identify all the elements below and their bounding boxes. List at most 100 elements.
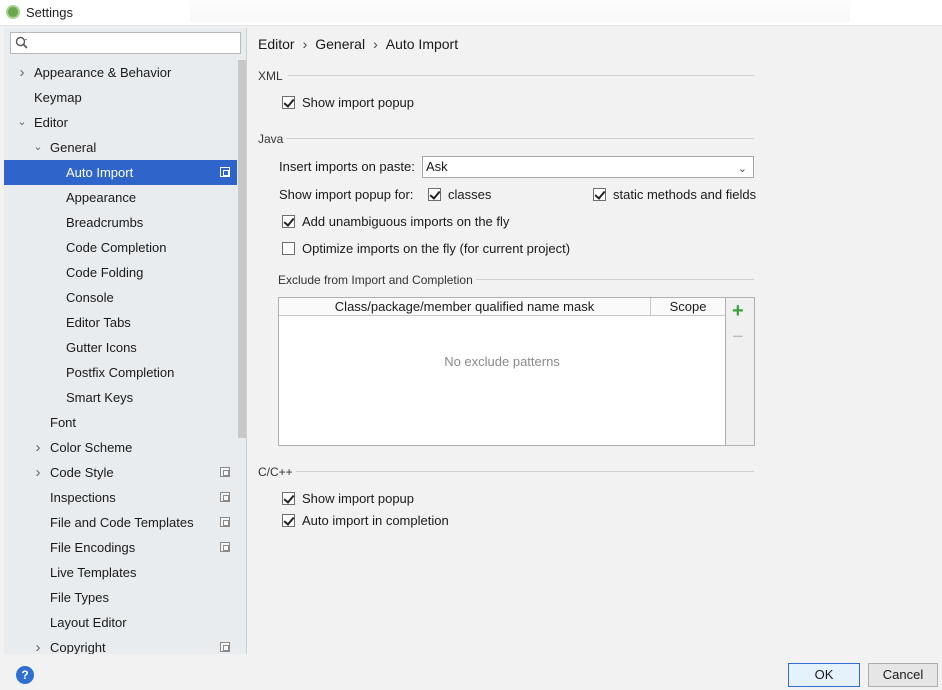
tree-item-label: Copyright	[50, 640, 106, 654]
breadcrumb-auto-import: Auto Import	[385, 36, 459, 52]
chevron-down-icon: ⌄	[737, 163, 747, 175]
breadcrumb: Editor › General › Auto Import	[258, 36, 458, 52]
column-mask-header[interactable]: Class/package/member qualified name mask	[279, 298, 651, 316]
tree-item-label: General	[50, 140, 97, 155]
xml-section-divider	[288, 75, 754, 76]
breadcrumb-general: General	[315, 36, 366, 52]
tree-item-editor[interactable]: ⌄ Editor	[4, 110, 237, 135]
tree-item-gutter-icons[interactable]: Gutter Icons	[4, 335, 237, 360]
tree-item-label: Appearance	[66, 190, 137, 205]
tree-item-editor-tabs[interactable]: Editor Tabs	[4, 310, 237, 335]
cpp-show-popup-checkbox[interactable]	[282, 492, 295, 505]
search-input[interactable]	[10, 32, 241, 54]
search-icon	[15, 36, 28, 49]
tree-item-color-scheme[interactable]: › Color Scheme	[4, 435, 237, 460]
insert-imports-select[interactable]: Ask ⌄	[422, 156, 754, 178]
chevron-right-icon[interactable]: ›	[16, 60, 28, 85]
project-scope-icon	[220, 167, 230, 177]
classes-checkbox[interactable]	[428, 188, 441, 201]
tree-item-appearance[interactable]: Appearance	[4, 185, 237, 210]
add-icon[interactable]: +	[732, 300, 744, 322]
empty-table-text: No exclude patterns	[444, 354, 560, 369]
ok-button[interactable]: OK	[788, 663, 860, 687]
column-scope-header[interactable]: Scope	[651, 298, 725, 316]
java-section-title: Java	[258, 132, 284, 146]
tree-item-inspections[interactable]: Inspections	[4, 485, 237, 510]
chevron-right-icon[interactable]: ›	[32, 635, 44, 654]
tree-item-label: Gutter Icons	[66, 340, 137, 355]
static-methods-label: static methods and fields	[613, 187, 757, 202]
background-window-ghost	[190, 0, 850, 22]
tree-item-live-templates[interactable]: Live Templates	[4, 560, 237, 585]
exclude-table[interactable]: Class/package/member qualified name mask…	[278, 297, 726, 446]
tree-item-smart-keys[interactable]: Smart Keys	[4, 385, 237, 410]
cpp-auto-import-label: Auto import in completion	[302, 513, 449, 528]
tree-item-label: Editor Tabs	[66, 315, 131, 330]
breadcrumb-editor: Editor	[258, 36, 295, 52]
chevron-down-icon[interactable]: ⌄	[32, 135, 44, 160]
project-scope-icon	[220, 517, 230, 527]
tree-item-postfix-completion[interactable]: Postfix Completion	[4, 360, 237, 385]
cpp-auto-import-checkbox[interactable]	[282, 514, 295, 527]
tree-item-appearance-behavior[interactable]: › Appearance & Behavior	[4, 60, 237, 85]
tree-item-file-and-code-templates[interactable]: File and Code Templates	[4, 510, 237, 535]
tree-item-console[interactable]: Console	[4, 285, 237, 310]
cpp-show-popup-label: Show import popup	[302, 491, 415, 506]
tree-item-file-encodings[interactable]: File Encodings	[4, 535, 237, 560]
remove-icon[interactable]: −	[732, 326, 744, 348]
show-popup-for-label: Show import popup for:	[279, 187, 414, 202]
tree-item-label: Editor	[34, 115, 68, 130]
tree-item-label: File Encodings	[50, 540, 136, 555]
tree-item-label: Inspections	[50, 490, 116, 505]
tree-item-label: File and Code Templates	[50, 515, 194, 530]
tree-item-layout-editor[interactable]: Layout Editor	[4, 610, 237, 635]
tree-item-label: Code Folding	[66, 265, 144, 280]
optimize-imports-checkbox[interactable]	[282, 242, 295, 255]
tree-item-label: Font	[50, 415, 77, 430]
xml-show-popup-checkbox[interactable]	[282, 96, 295, 109]
project-scope-icon	[220, 467, 230, 477]
exclude-section-divider	[476, 279, 754, 280]
breadcrumb-separator: ›	[373, 36, 378, 52]
tree-item-label: Code Completion	[66, 240, 167, 255]
tree-item-code-completion[interactable]: Code Completion	[4, 235, 237, 260]
tree-item-breadcrumbs[interactable]: Breadcrumbs	[4, 210, 237, 235]
unambiguous-imports-checkbox[interactable]	[282, 215, 295, 228]
unambiguous-imports-label: Add unambiguous imports on the fly	[302, 214, 510, 229]
tree-item-label: Smart Keys	[66, 390, 134, 405]
tree-item-label: Layout Editor	[50, 615, 127, 630]
tree-item-file-types[interactable]: File Types	[4, 585, 237, 610]
cancel-button[interactable]: Cancel	[868, 663, 938, 687]
xml-section-title: XML	[258, 69, 283, 83]
tree-item-label: Code Style	[50, 465, 114, 480]
classes-label: classes	[448, 187, 492, 202]
chevron-right-icon[interactable]: ›	[32, 460, 44, 485]
static-methods-checkbox[interactable]	[593, 188, 606, 201]
tree-item-font[interactable]: Font	[4, 410, 237, 435]
tree-item-general[interactable]: ⌄ General	[4, 135, 237, 160]
cpp-section-title: C/C++	[258, 465, 293, 479]
dialog-footer: ? OK Cancel	[0, 654, 942, 690]
settings-content: Editor › General › Auto Import XML Show impo…	[248, 26, 942, 654]
tree-item-label: Color Scheme	[50, 440, 133, 455]
settings-tree: › Appearance & Behavior Keymap ⌄ Editor ⌄ Gene…	[4, 60, 237, 654]
help-icon[interactable]: ?	[16, 666, 34, 684]
optimize-imports-label: Optimize imports on the fly (for current…	[302, 241, 571, 256]
chevron-right-icon[interactable]: ›	[32, 435, 44, 460]
tree-item-code-folding[interactable]: Code Folding	[4, 260, 237, 285]
sidebar-scrollbar[interactable]	[238, 60, 246, 438]
tree-item-label: Auto Import	[66, 165, 134, 180]
java-section-divider	[286, 138, 754, 139]
tree-item-auto-import[interactable]: Auto Import	[4, 160, 237, 185]
exclude-table-header: Class/package/member qualified name mask…	[279, 298, 725, 316]
exclude-toolbar: + −	[726, 297, 755, 446]
tree-item-label: File Types	[50, 590, 110, 605]
insert-imports-label: Insert imports on paste:	[279, 159, 415, 174]
window-title: Settings	[26, 5, 73, 20]
tree-item-code-style[interactable]: › Code Style	[4, 460, 237, 485]
chevron-down-icon[interactable]: ⌄	[16, 110, 28, 135]
tree-item-copyright[interactable]: › Copyright	[4, 635, 237, 654]
breadcrumb-separator: ›	[302, 36, 308, 52]
tree-item-keymap[interactable]: Keymap	[4, 85, 237, 110]
insert-imports-value: Ask	[426, 159, 448, 174]
